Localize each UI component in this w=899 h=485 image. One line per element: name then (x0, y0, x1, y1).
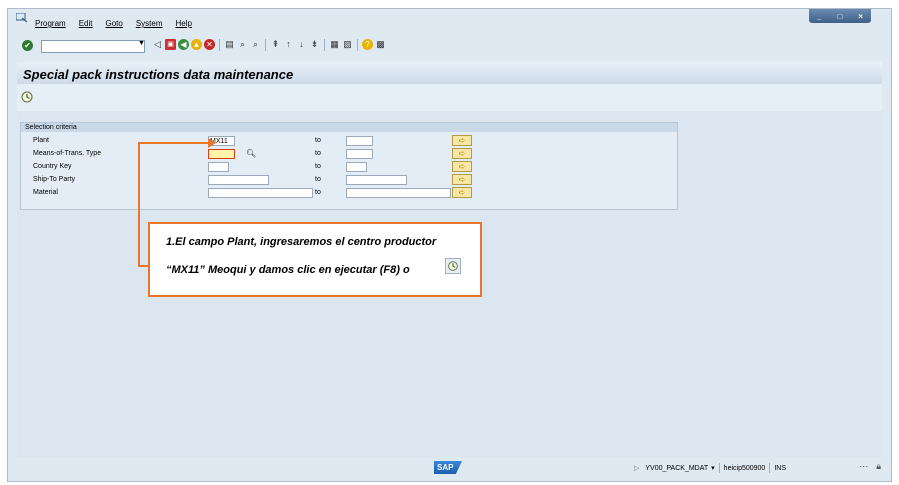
separator (769, 463, 771, 473)
field-label: Means-of-Trans. Type (33, 150, 102, 157)
resize-icon: ⋯ (859, 461, 869, 471)
means-of-trans-from-input[interactable] (208, 149, 235, 159)
chevron-down-icon[interactable]: ▾ (711, 464, 715, 472)
country-key-from-input[interactable] (208, 162, 229, 172)
print-icon[interactable]: ▤ (224, 39, 235, 50)
back-green-icon[interactable]: ◀ (178, 39, 189, 50)
previous-page-icon[interactable]: ↑ (283, 39, 294, 50)
server-name: heicip500900 (723, 464, 766, 472)
chevron-down-icon[interactable]: ▼ (138, 40, 145, 47)
close-button[interactable]: × (858, 12, 863, 21)
callout-line-1: 1.El campo Plant, ingresaremos el centro… (166, 236, 437, 248)
group-title: Selection criteria (21, 123, 677, 132)
help-icon[interactable]: ? (362, 39, 373, 50)
callout-arrowhead (208, 138, 216, 148)
enter-icon[interactable]: ✔ (22, 40, 33, 51)
material-from-input[interactable] (208, 188, 313, 198)
maximize-button[interactable]: □ (837, 12, 842, 21)
status-bar: SAP ▷ YV00_PACK_MDAT ▾ heicip500900 INS … (8, 457, 891, 480)
multiple-selection-button[interactable]: ➪ (452, 161, 472, 172)
multiple-selection-button[interactable]: ➪ (452, 135, 472, 146)
shortcut-icon[interactable]: ▧ (342, 39, 353, 50)
input-mode: INS (774, 464, 786, 472)
instruction-callout: 1.El campo Plant, ingresaremos el centro… (148, 222, 482, 297)
save-icon[interactable]: ▣ (165, 39, 176, 50)
separator (357, 39, 358, 51)
callout-line-2: “MX11” Meoqui y damos clic en ejecutar (… (166, 264, 410, 276)
to-label: to (315, 189, 321, 196)
menu-program[interactable]: Program (35, 19, 66, 28)
execute-icon (445, 258, 461, 274)
country-key-to-input[interactable] (346, 162, 367, 172)
menu-system[interactable]: System (136, 19, 163, 28)
field-label: Material (33, 189, 58, 196)
selection-row-ship-to-party: Ship-To Party to ➪ (21, 174, 677, 186)
menu-icon[interactable] (16, 13, 28, 23)
multiple-selection-button[interactable]: ➪ (452, 148, 472, 159)
separator (265, 39, 266, 51)
field-label: Plant (33, 137, 49, 144)
new-session-icon[interactable]: ▦ (329, 39, 340, 50)
title-bar: Special pack instructions data maintenan… (17, 62, 882, 84)
sap-window: Program Edit Goto System Help _ □ × ✔ ▼ … (7, 8, 892, 482)
last-page-icon[interactable]: ⇟ (309, 39, 320, 50)
multiple-selection-button[interactable]: ➪ (452, 174, 472, 185)
execute-icon[interactable] (21, 91, 33, 103)
standard-toolbar: ✔ ▼ ◁ ▣ ◀ ▲ ✕ ▤ ⌕ ⌕ ⇞ ↑ ↓ ⇟ ▦ ▧ ? ▩ (8, 38, 891, 56)
cancel-red-icon[interactable]: ✕ (204, 39, 215, 50)
customize-layout-icon[interactable]: ▩ (375, 39, 386, 50)
selection-row-plant: Plant MX11 to ➪ (21, 135, 677, 147)
page-title: Special pack instructions data maintenan… (23, 67, 294, 82)
transaction-code: YV00_PACK_MDAT (645, 464, 709, 472)
menu-goto[interactable]: Goto (105, 19, 122, 28)
back-icon[interactable]: ◁ (152, 39, 163, 50)
material-to-input[interactable] (346, 188, 451, 198)
field-label: Ship-To Party (33, 176, 76, 183)
means-of-trans-to-input[interactable] (346, 149, 373, 159)
selection-row-material: Material to ➪ (21, 187, 677, 199)
find-icon[interactable]: ⌕ (237, 39, 248, 50)
menu-help[interactable]: Help (176, 19, 192, 28)
to-label: to (315, 163, 321, 170)
selection-row-means-of-trans: Means-of-Trans. Type 🔍︎ to ➪ (21, 148, 677, 160)
separator (219, 39, 220, 51)
separator (718, 463, 720, 473)
menu-items: Program Edit Goto System Help (35, 19, 205, 28)
separator (324, 39, 325, 51)
toolbar-icons: ◁ ▣ ◀ ▲ ✕ ▤ ⌕ ⌕ ⇞ ↑ ↓ ⇟ ▦ ▧ ? ▩ (152, 39, 386, 51)
to-label: to (315, 176, 321, 183)
lock-icon[interactable]: 🔒︎ (876, 461, 881, 472)
selection-row-country-key: Country Key to ➪ (21, 161, 677, 173)
next-page-icon[interactable]: ↓ (296, 39, 307, 50)
menu-bar: Program Edit Goto System Help _ □ × (8, 9, 891, 31)
window-controls: _ □ × (809, 9, 871, 23)
selection-criteria-group: Selection criteria Plant MX11 to ➪ Means… (20, 122, 678, 210)
exit-yellow-icon[interactable]: ▲ (191, 39, 202, 50)
multiple-selection-button[interactable]: ➪ (452, 187, 472, 198)
status-icons: ⋯ 🔒︎ (859, 461, 881, 472)
plant-to-input[interactable] (346, 136, 373, 146)
to-label: to (315, 150, 321, 157)
first-page-icon[interactable]: ⇞ (270, 39, 281, 50)
minimize-button[interactable]: _ (817, 12, 821, 21)
ship-to-party-from-input[interactable] (208, 175, 269, 185)
sap-logo: SAP (434, 461, 462, 474)
find-next-icon[interactable]: ⌕ (250, 39, 261, 50)
field-label: Country Key (33, 163, 72, 170)
ship-to-party-to-input[interactable] (346, 175, 407, 185)
play-icon[interactable]: ▷ (634, 464, 639, 472)
command-field[interactable] (41, 40, 145, 53)
application-toolbar (17, 84, 882, 111)
system-info: ▷ YV00_PACK_MDAT ▾ heicip500900 INS (634, 463, 786, 473)
menu-edit[interactable]: Edit (79, 19, 93, 28)
callout-connector (138, 142, 140, 266)
search-help-icon[interactable]: 🔍︎ (246, 149, 256, 159)
to-label: to (315, 137, 321, 144)
callout-connector (138, 142, 210, 144)
